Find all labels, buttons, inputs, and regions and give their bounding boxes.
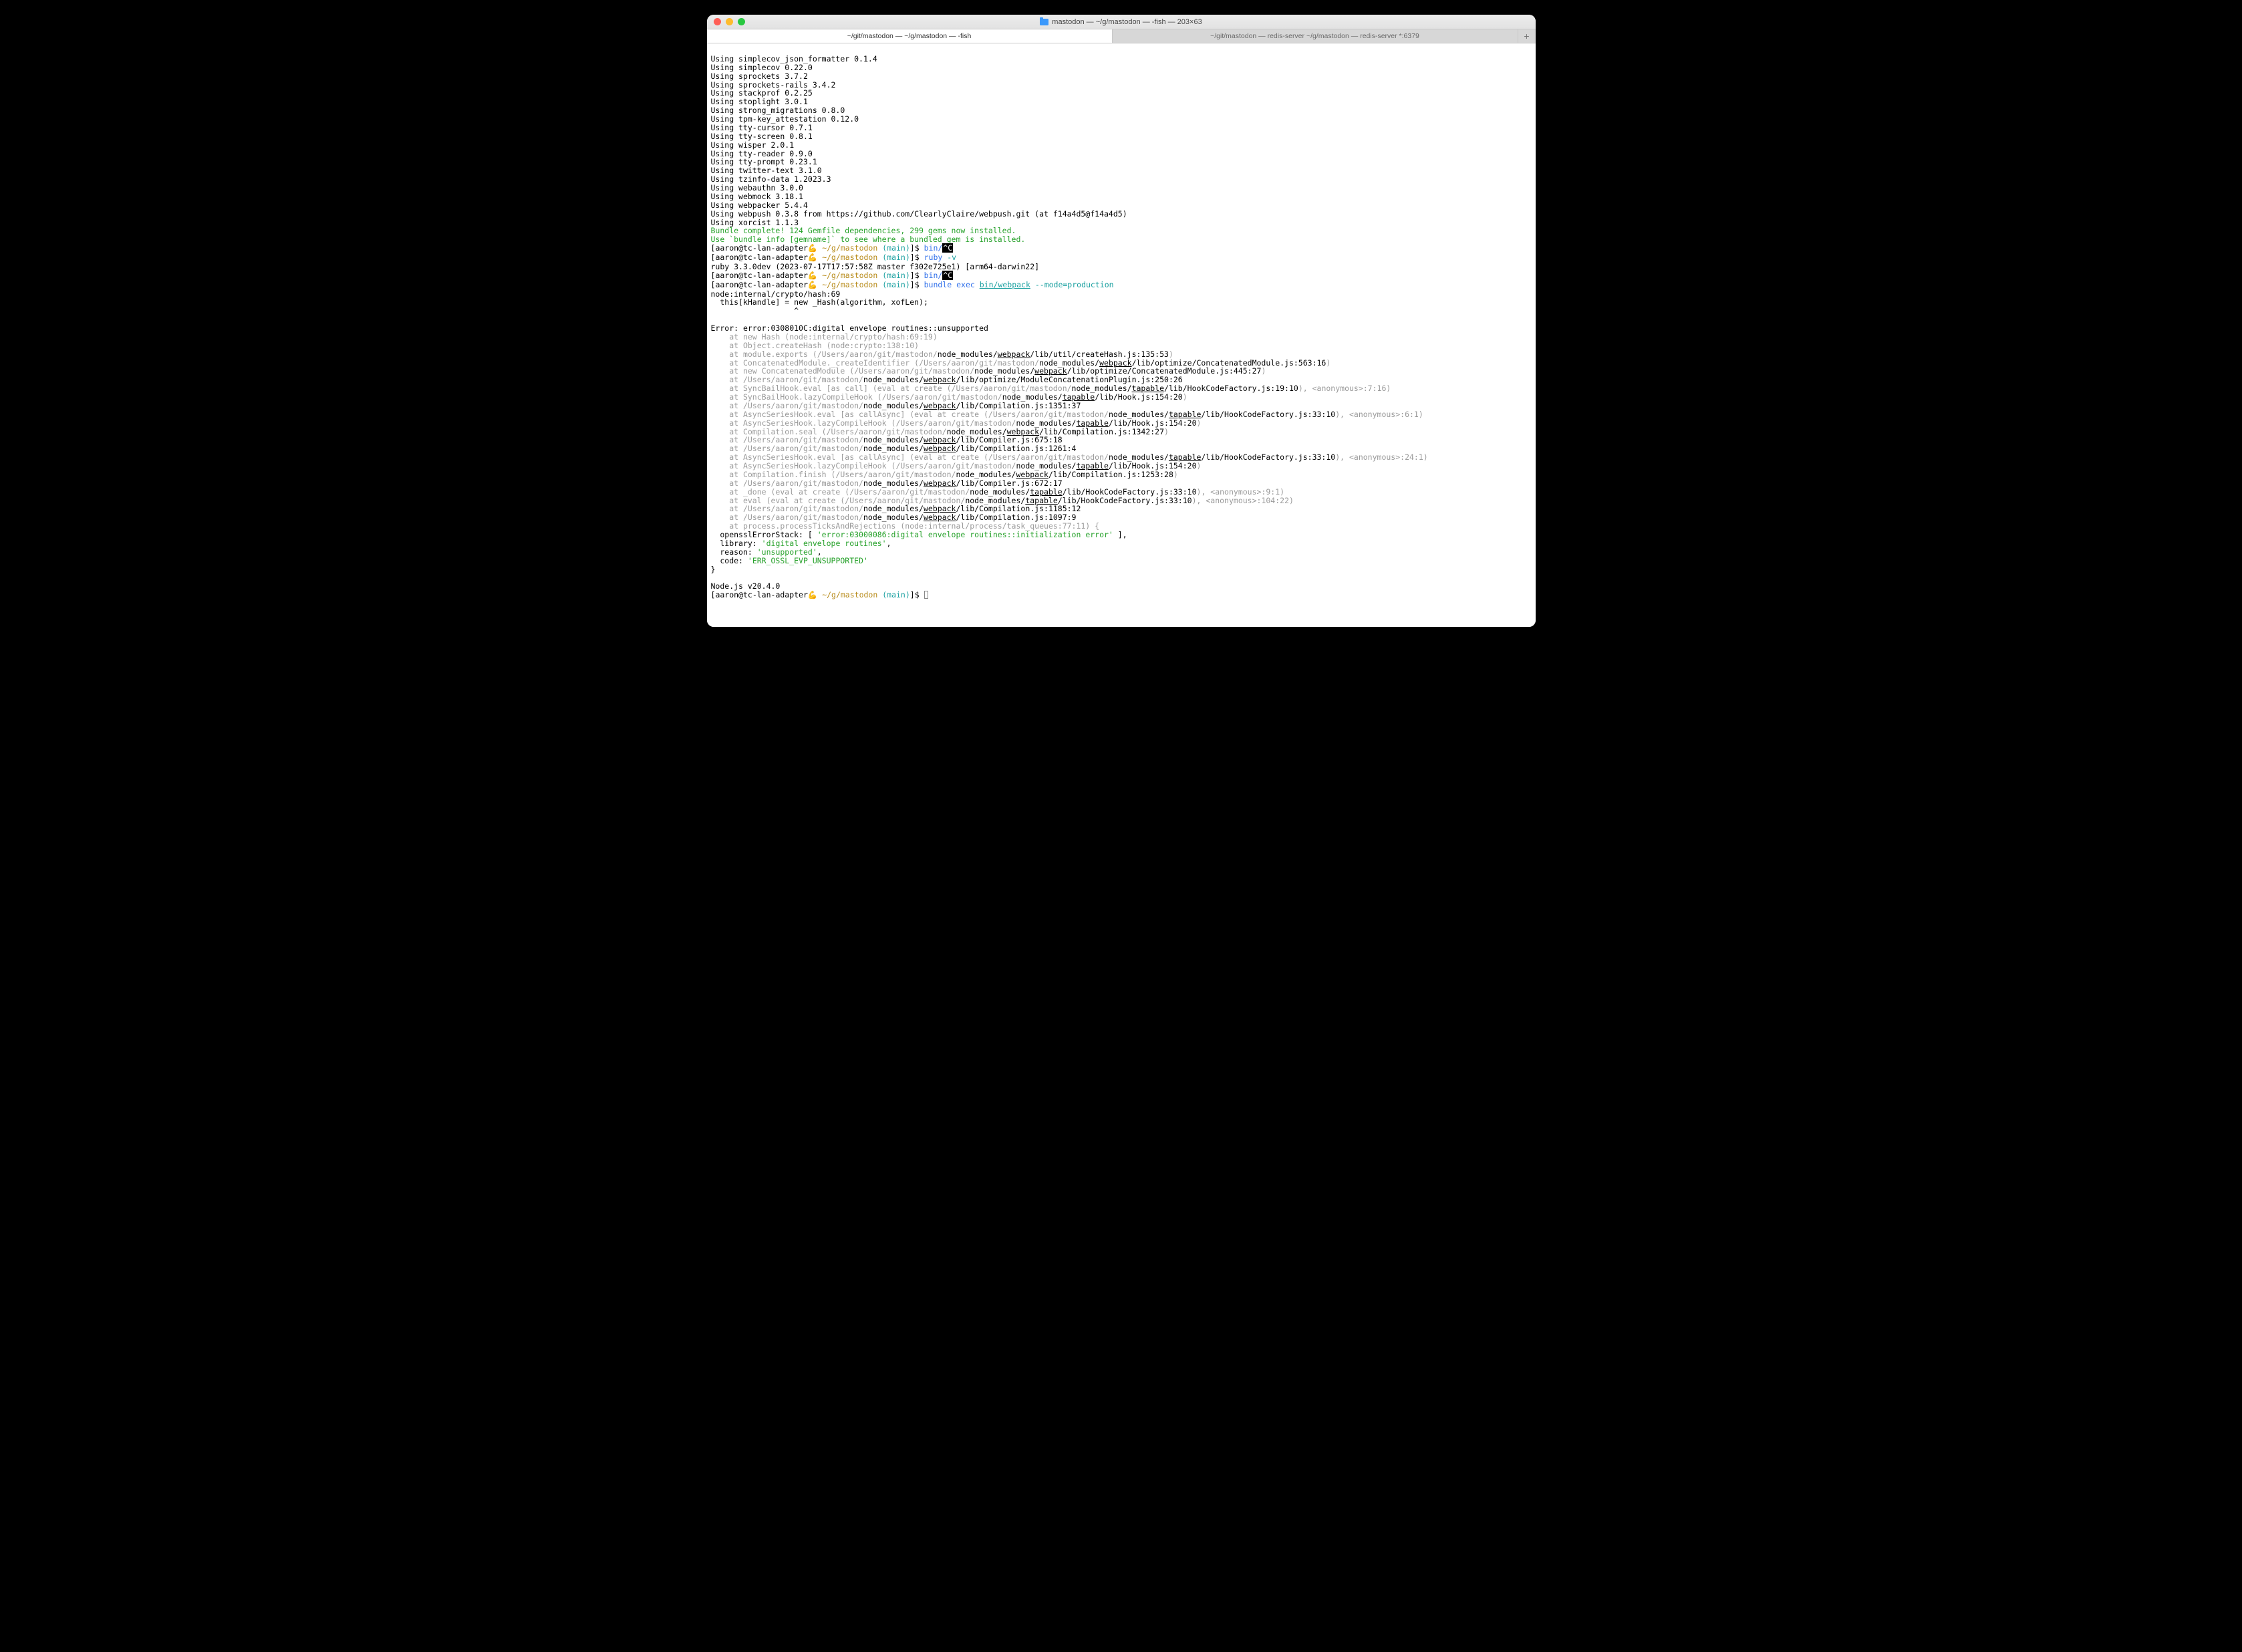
muscle-icon: 💪 [808,245,817,253]
tab-bar: ~/git/mastodon — ~/g/mastodon — -fish ~/… [707,29,1536,43]
close-icon[interactable] [714,18,721,25]
tab-inactive[interactable]: ~/git/mastodon — redis-server ~/g/mastod… [1113,29,1518,43]
window-title: mastodon — ~/g/mastodon — -fish — 203×63 [707,18,1536,26]
window-title-text: mastodon — ~/g/mastodon — -fish — 203×63 [1052,18,1202,26]
new-tab-button[interactable]: + [1518,29,1536,43]
folder-icon [1040,19,1048,25]
prompt-line: [aaron@tc-lan-adapter💪 ~/g/mastodon (mai… [711,271,954,280]
code-line: code: 'ERR_OSSL_EVP_UNSUPPORTED' [711,556,868,565]
terminal-body[interactable]: Using simplecov_json_formatter 0.1.4 Usi… [707,43,1536,627]
brace: } [711,565,716,574]
cursor-icon [924,591,928,599]
tab-active[interactable]: ~/git/mastodon — ~/g/mastodon — -fish [707,29,1113,43]
prompt-line: [aaron@tc-lan-adapter💪 ~/g/mastodon (mai… [711,253,957,262]
muscle-icon: 💪 [808,254,817,262]
node-caret: ^ [711,306,799,315]
minimize-icon[interactable] [726,18,733,25]
titlebar[interactable]: mastodon — ~/g/mastodon — -fish — 203×63 [707,15,1536,29]
muscle-icon: 💪 [808,272,817,280]
zoom-icon[interactable] [738,18,745,25]
traffic-lights [707,18,745,25]
prompt-line[interactable]: [aaron@tc-lan-adapter💪 ~/g/mastodon (mai… [711,590,928,599]
ctrl-c: ^C [942,243,953,253]
muscle-icon: 💪 [808,281,817,289]
muscle-icon: 💪 [808,591,817,599]
prompt-line: [aaron@tc-lan-adapter💪 ~/g/mastodon (mai… [711,243,954,253]
terminal-window: mastodon — ~/g/mastodon — -fish — 203×63… [707,15,1536,627]
prompt-line: [aaron@tc-lan-adapter💪 ~/g/mastodon (mai… [711,280,1114,289]
ctrl-c: ^C [942,271,953,280]
